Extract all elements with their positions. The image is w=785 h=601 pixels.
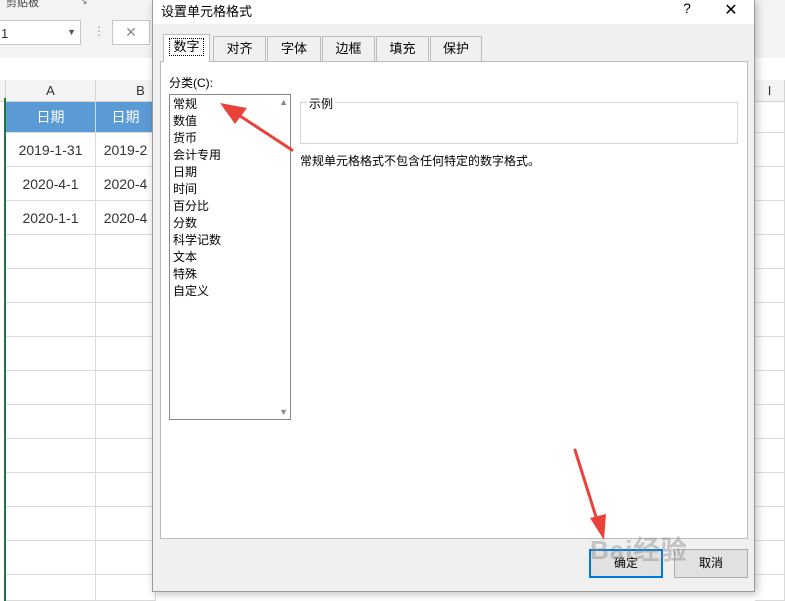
arrow-to-general-icon [220, 103, 294, 152]
watermark-logo: Bai经验 [590, 535, 688, 565]
annotation-arrows [220, 103, 606, 540]
tab-number[interactable]: 数字 [163, 34, 210, 62]
tab-number-label: 数字 [169, 38, 204, 56]
arrow-to-ok-icon [573, 448, 606, 540]
